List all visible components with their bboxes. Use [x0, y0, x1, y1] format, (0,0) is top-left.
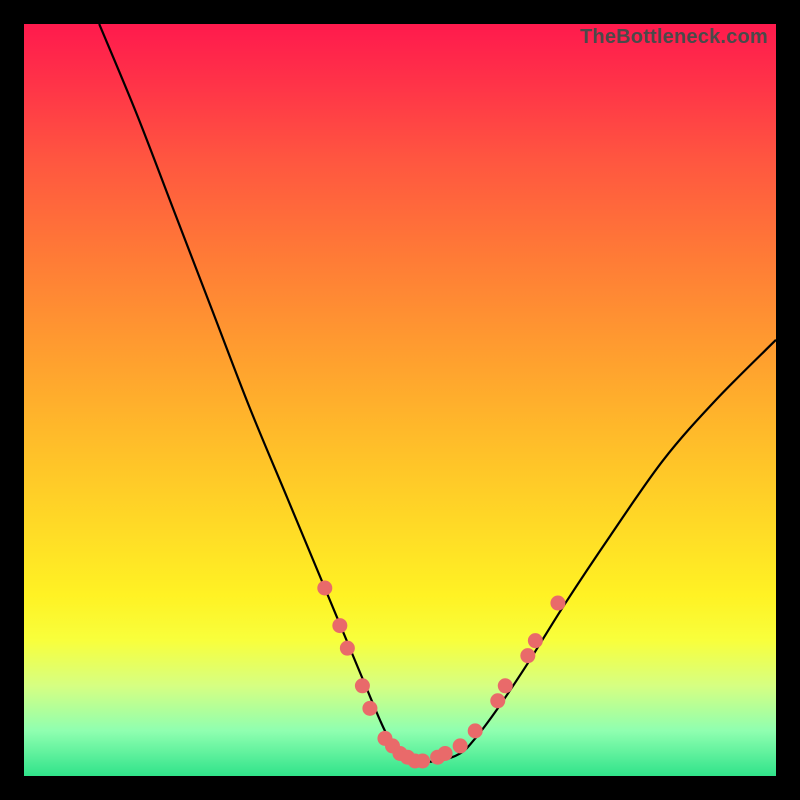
curve-marker [438, 746, 453, 761]
curve-marker [317, 581, 332, 596]
curve-markers [317, 581, 565, 769]
curve-marker [453, 738, 468, 753]
curve-marker [355, 678, 370, 693]
curve-marker [340, 641, 355, 656]
curve-marker [468, 723, 483, 738]
curve-marker [362, 701, 377, 716]
curve-layer [24, 24, 776, 776]
curve-marker [498, 678, 513, 693]
curve-marker [332, 618, 347, 633]
curve-marker [550, 596, 565, 611]
bottleneck-curve [99, 24, 776, 762]
curve-marker [528, 633, 543, 648]
chart-plot-area: TheBottleneck.com [24, 24, 776, 776]
curve-marker [415, 753, 430, 768]
curve-marker [490, 693, 505, 708]
curve-marker [520, 648, 535, 663]
chart-frame: TheBottleneck.com [0, 0, 800, 800]
